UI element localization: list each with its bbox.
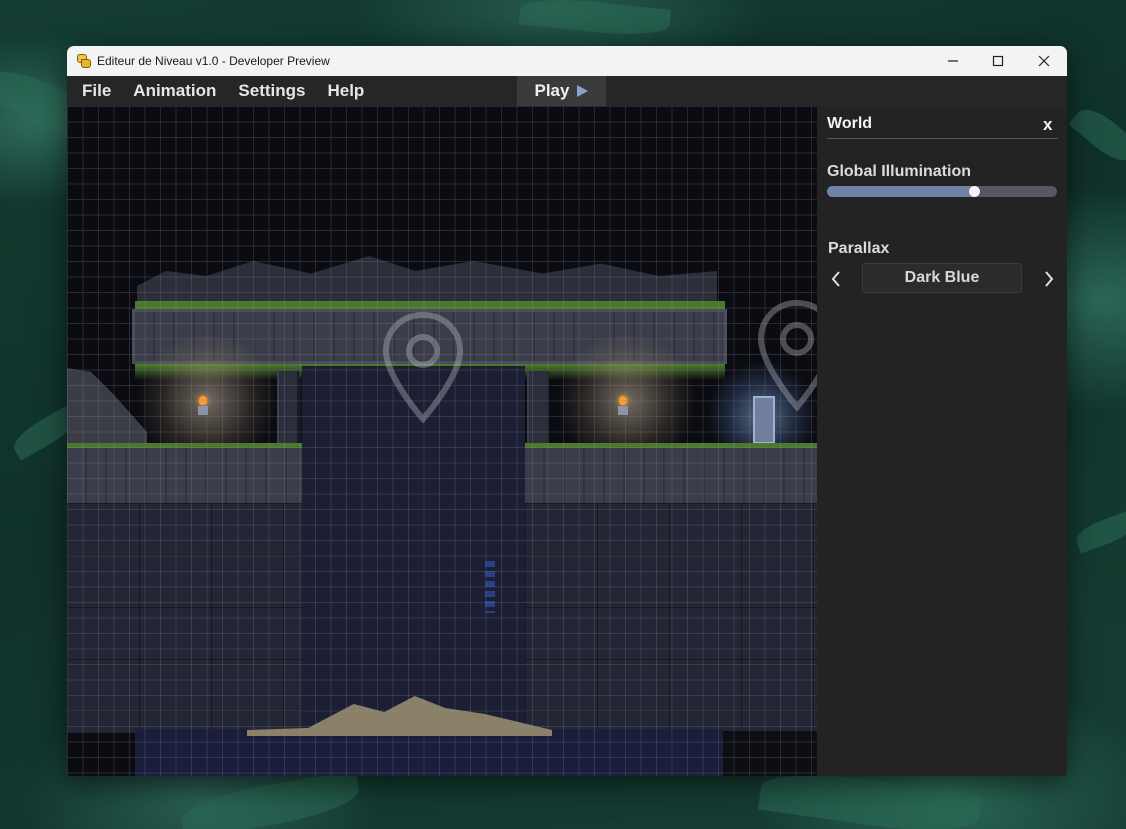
play-icon [577,85,589,97]
editor-window: Editeur de Niveau v1.0 - Developer Previ… [67,46,1067,776]
parallax-label: Parallax [828,240,890,257]
location-marker-icon[interactable] [757,299,817,411]
torch-left [198,396,208,415]
parallax-prev-button[interactable] [826,264,846,294]
brick-wall-right [525,503,817,733]
pillar [527,371,549,446]
title-bar: Editeur de Niveau v1.0 - Developer Previ… [67,46,1067,76]
pillar [277,371,299,446]
global-illumination-slider[interactable] [827,186,1057,197]
void-corner [723,731,817,776]
menu-settings[interactable]: Settings [227,76,316,106]
parallax-next-button[interactable] [1039,264,1059,294]
water-pool [135,729,723,776]
menu-help[interactable]: Help [316,76,375,106]
menu-bar: File Animation Settings Help Play [67,76,1067,106]
slider-fill [827,186,974,197]
panel-close-button[interactable]: x [1043,115,1052,135]
floor-ledge-right [525,448,817,503]
python-app-icon [77,53,91,69]
minimize-icon [948,60,958,62]
background-leaf [518,0,672,40]
chevron-left-icon [831,271,840,287]
slider-knob[interactable] [968,186,980,197]
spawn-marker-icon[interactable] [382,311,464,423]
level-canvas[interactable] [67,106,817,776]
floor-ledge-left [67,448,302,503]
torch-right [618,396,628,415]
play-label: Play [534,81,570,100]
panel-divider [827,138,1058,139]
background-leaf [177,769,363,829]
moss-top [135,301,725,309]
background-leaf [1068,101,1126,169]
window-title: Editeur de Niveau v1.0 - Developer Previ… [97,54,330,68]
close-button[interactable] [1021,46,1067,76]
drip-stream [485,561,495,613]
maximize-button[interactable] [975,46,1021,76]
minimize-button[interactable] [930,46,976,76]
world-panel: World x Global Illumination Parallax Dar… [817,106,1067,776]
close-icon [1038,55,1050,67]
background-leaf [1072,510,1126,554]
brick-wall-left [67,503,302,733]
menu-animation[interactable]: Animation [122,76,227,106]
global-illumination-label: Global Illumination [827,163,971,180]
parallax-value: Dark Blue [862,263,1022,293]
panel-title: World [827,115,873,132]
ruins-backdrop [137,256,717,306]
menu-file[interactable]: File [67,76,122,106]
chevron-right-icon [1045,271,1054,287]
play-button[interactable]: Play [517,76,606,106]
maximize-icon [992,55,1004,67]
